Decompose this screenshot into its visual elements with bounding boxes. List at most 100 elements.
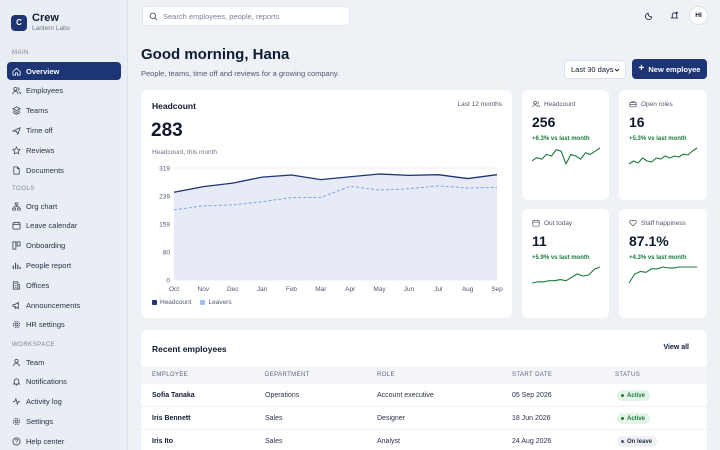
bell-icon [670,11,678,18]
sidebar: C Crew Lantern Labs Overview Employees Tea… [0,0,128,450]
table-row[interactable]: Iris Bennett Sales Designer 18 Jun 2026 Acti… [141,407,707,430]
status-badge: On leave [617,436,658,447]
star-icon [12,145,21,155]
plane-icon [12,126,21,135]
sidebar-item-offices[interactable]: Offices [7,276,121,294]
kpi-card-open-roles[interactable]: Open roles 16 +5.3% vs last month [619,90,707,200]
table-row[interactable]: Sofia Tanaka Operations Account executive 0… [141,384,707,407]
y-tick-label: 319 [159,166,170,173]
theme-toggle-button[interactable] [641,7,657,23]
sidebar-item-label: Reviews [26,145,55,155]
sidebar-item-reviews[interactable]: Reviews [7,141,121,159]
sidebar-item-time-off[interactable]: Time off [7,121,121,139]
x-tick-label: Oct [169,286,179,293]
kpi-label-text: Out today [544,219,573,227]
status-badge: Active [617,413,651,424]
role-cell: Designer [377,415,406,422]
sidebar-item-label: Org chart [26,201,58,211]
kpi-card-staff-happiness[interactable]: Staff happiness 87.1% +4.3% vs last mont… [619,209,707,318]
sidebar-item-leave-calendar[interactable]: Leave calendar [7,217,121,235]
kpi-sparkline [531,266,601,284]
moon-icon [644,12,652,20]
kpi-sparkline [531,147,601,165]
search-input[interactable] [163,11,343,21]
kpi-card-out-today[interactable]: Out today 11 +5.9% vs last month [522,209,609,318]
avatar[interactable]: HI [689,6,708,25]
start-date-cell: 24 Aug 2026 [512,438,552,445]
sidebar-item-hr-settings[interactable]: HR settings [7,316,121,334]
sidebar-item-label: HR settings [26,320,65,330]
kpi-label: Headcount [532,100,575,108]
y-tick-label: 159 [159,222,170,229]
kpi-label-text: Staff happiness [641,219,686,227]
kpi-card-headcount[interactable]: Headcount 256 +6.3% vs last month [522,90,609,200]
sidebar-item-onboarding[interactable]: Onboarding [7,237,121,255]
x-tick-label: Nov [198,286,210,293]
kpi-label: Out today [532,219,572,227]
legend-label: Leavers [208,299,232,306]
sparkline-path [531,147,601,165]
column-header-role[interactable]: ROLE [377,372,395,378]
help-icon [12,437,21,446]
sparkline-path [531,266,601,284]
sidebar-item-notifications[interactable]: Notifications [7,373,121,391]
date-range-select[interactable]: Last 30 days [564,60,626,79]
column-header-department[interactable]: DEPARTMENT [265,372,310,378]
kpi-delta: +6.3% vs last month [532,136,590,142]
sidebar-item-org-chart[interactable]: Org chart [7,197,121,215]
sidebar-item-label: Overview [26,66,60,76]
column-header-start-date[interactable]: START DATE [512,372,552,378]
home-icon [12,67,21,76]
sparkline-path [628,266,697,284]
x-tick-label: Jan [257,286,268,293]
sidebar-item-people-report[interactable]: People report [7,256,121,274]
sidebar-item-label: Notifications [26,377,67,387]
sidebar-item-teams[interactable]: Teams [7,102,121,120]
headcount-card: Headcount Last 12 months 283 Headcount, … [141,90,512,318]
plus-icon: + [638,63,645,74]
sidebar-item-employees[interactable]: Employees [7,82,121,100]
notifications-button[interactable] [666,7,682,23]
start-date-cell: 05 Sep 2026 [512,392,552,399]
users-icon [532,100,540,108]
legend-item-headcount: Headcount [152,299,191,306]
bell-icon [12,377,21,386]
sidebar-item-announcements[interactable]: Announcements [7,296,121,314]
kpi-sparkline [628,147,698,165]
new-employee-button[interactable]: + New employee [632,59,707,79]
sidebar-item-label: Team [26,357,45,367]
heart-icon [629,219,637,227]
sidebar-item-overview[interactable]: Overview [7,62,121,80]
department-cell: Operations [265,392,300,399]
column-header-employee[interactable]: EMPLOYEE [152,372,188,378]
department-cell: Sales [265,438,283,445]
sidebar-item-label: Offices [26,280,50,290]
column-header-status[interactable]: STATUS [615,372,640,378]
sidebar-item-team[interactable]: Team [7,353,121,371]
kpi-label: Staff happiness [629,219,686,227]
status-label: Active [627,392,646,399]
sidebar-item-documents[interactable]: Documents [7,161,121,179]
sidebar-section-label: TOOLS [12,186,35,192]
brand[interactable]: C Crew Lantern Labs [11,12,70,33]
calendar-icon [12,221,21,230]
table-row[interactable]: Iris Ito Sales Analyst 24 Aug 2026 On leave [141,430,707,450]
sidebar-item-help-center[interactable]: Help center [7,432,121,450]
view-all-link[interactable]: View all [663,344,689,351]
sidebar-item-activity-log[interactable]: Activity log [7,393,121,411]
briefcase-icon [629,101,637,108]
headcount-area [174,173,497,280]
x-tick-label: Jun [404,286,415,293]
x-tick-label: May [373,286,386,293]
new-employee-label: New employee [648,64,701,74]
date-range-value: Last 30 days [571,65,614,74]
kpi-value: 256 [532,114,556,130]
search-box[interactable] [142,6,350,26]
employee-name-cell: Sofia Tanaka [152,392,195,399]
x-tick-label: Jul [434,286,443,293]
sidebar-item-settings[interactable]: Settings [7,412,121,430]
status-label: Active [627,415,646,422]
legend-item-leavers: Leavers [200,299,232,306]
layers-icon [12,106,21,115]
y-tick-label: 0 [166,278,170,285]
